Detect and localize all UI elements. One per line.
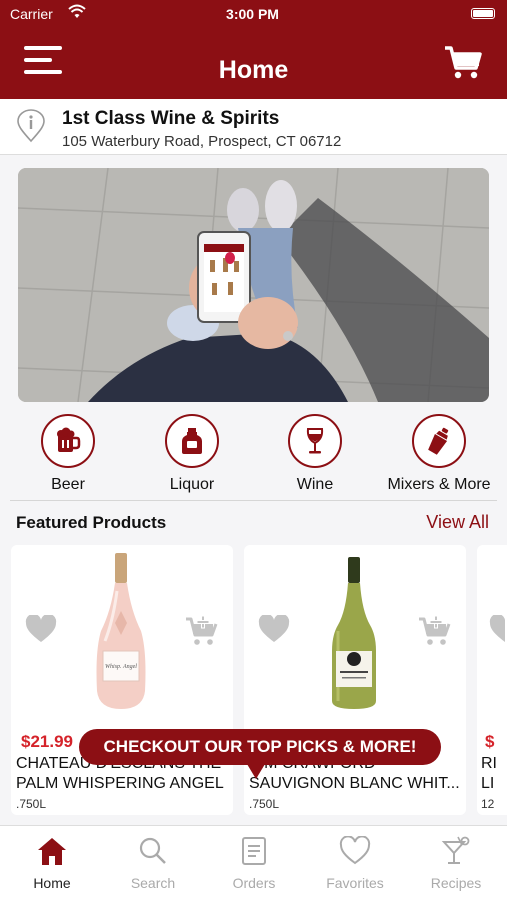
tab-label: Recipes (430, 875, 482, 891)
product-size: .750L (16, 797, 47, 811)
app-header: Carrier 3:00 PM Home (0, 0, 507, 99)
category-label: Mixers & More (387, 476, 491, 493)
wine-glass-icon (306, 428, 324, 454)
favorite-heart-icon[interactable] (489, 615, 507, 643)
top-picks-tooltip[interactable]: CHECKOUT OUR TOP PICKS & MORE! (79, 729, 441, 779)
shopping-cart-icon[interactable] (443, 42, 483, 82)
product-image: Whisp. Angel (96, 553, 146, 709)
view-all-link[interactable]: View All (426, 512, 489, 533)
product-size: 12 (481, 797, 495, 811)
hero-photo (18, 168, 489, 402)
product-name: RI LI (481, 755, 497, 792)
status-bar: Carrier 3:00 PM (10, 4, 495, 24)
category-wine[interactable]: Wine (255, 414, 375, 494)
orders-icon (242, 837, 266, 865)
tab-recipes[interactable]: Recipes (406, 836, 506, 891)
product-price: $21.99 (21, 732, 73, 751)
tab-home[interactable]: Home (2, 836, 102, 891)
divider (10, 500, 497, 501)
page-title: Home (218, 56, 289, 84)
svg-text:Whisp. Angel: Whisp. Angel (105, 664, 137, 670)
tab-search[interactable]: Search (103, 836, 203, 891)
hero-banner[interactable] (18, 168, 489, 402)
store-address: 105 Waterbury Road, Prospect, CT 06712 (62, 133, 342, 150)
tab-label: Search (130, 875, 176, 891)
product-card[interactable]: Whisp. Angel $21.99 CHATEAU D'ESCLANS TH… (11, 545, 233, 815)
tab-bar: Home Search Orders Favorites Recipes (0, 825, 507, 900)
beer-mug-icon (57, 427, 81, 452)
category-label: Beer (51, 476, 85, 493)
store-name: 1st Class Wine & Spirits (62, 108, 280, 129)
tab-label: Home (33, 875, 71, 891)
category-row: Beer Liquor Wine Mixers & More (0, 414, 507, 500)
liquor-bottle-icon (182, 428, 202, 454)
tab-label: Favorites (326, 875, 384, 891)
store-bar[interactable]: 1st Class Wine & Spirits 105 Waterbury R… (0, 99, 507, 155)
store-info-icon[interactable] (16, 109, 46, 143)
app-screen: Carrier 3:00 PM Home 1st Class Wine & Sp… (0, 0, 507, 900)
product-image (332, 557, 376, 709)
battery-icon (471, 8, 495, 19)
category-mixers[interactable]: Mixers & More (379, 414, 499, 494)
category-label: Wine (296, 476, 334, 493)
tab-label: Orders (232, 875, 276, 891)
product-card[interactable]: KIM CRAWFORD SAUVIGNON BLANC WHIT... .75… (244, 545, 466, 815)
cocktail-shaker-icon (428, 427, 449, 455)
tab-orders[interactable]: Orders (204, 836, 304, 891)
product-size: .750L (249, 797, 280, 811)
tab-favorites[interactable]: Favorites (305, 835, 405, 891)
add-to-cart-icon[interactable] (418, 615, 452, 647)
category-label: Liquor (169, 476, 215, 493)
category-liquor[interactable]: Liquor (132, 414, 252, 494)
heart-icon (339, 835, 371, 865)
search-icon (139, 837, 166, 864)
featured-title: Featured Products (16, 513, 167, 532)
product-price: $ (485, 732, 495, 751)
favorite-heart-icon[interactable] (258, 615, 290, 643)
product-card[interactable]: $ RI LI 12 (477, 545, 507, 815)
home-icon (38, 838, 66, 865)
favorite-heart-icon[interactable] (25, 615, 57, 643)
category-beer[interactable]: Beer (8, 414, 128, 494)
cocktail-glass-icon (441, 836, 470, 864)
add-to-cart-icon[interactable] (185, 615, 219, 647)
status-time: 3:00 PM (226, 6, 279, 22)
